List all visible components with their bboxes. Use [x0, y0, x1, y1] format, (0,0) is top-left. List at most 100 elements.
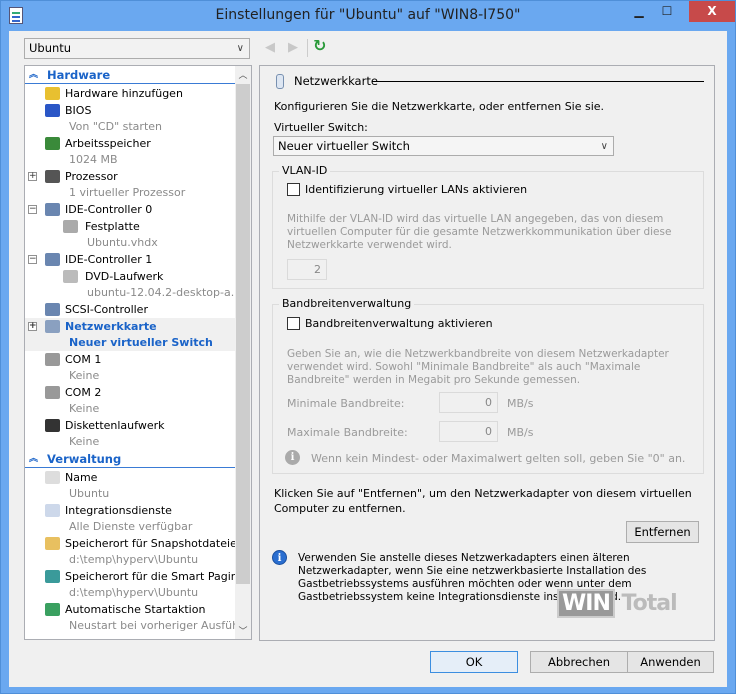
dvd-drive-icon: [63, 270, 78, 283]
tree-item-label: Festplatte: [85, 220, 140, 233]
max-bandwidth-unit: MB/s: [507, 426, 534, 439]
collapse-icon[interactable]: −: [28, 255, 37, 264]
smart-paging-icon: [45, 570, 60, 583]
tree-item[interactable]: COM 2: [25, 384, 236, 401]
hard-disk-icon: [63, 220, 78, 233]
vm-select[interactable]: Ubuntu ∨: [24, 38, 250, 59]
tree-item-detail[interactable]: Keine: [25, 368, 236, 384]
tree-item[interactable]: Name: [25, 469, 236, 486]
section-label: Hardware: [47, 68, 111, 82]
tree-item-label: Diskettenlaufwerk: [65, 419, 165, 432]
bandwidth-note: Wenn kein Mindest- oder Maximalwert gelt…: [311, 452, 686, 465]
vm-select-value: Ubuntu: [29, 41, 72, 55]
info-icon: i: [272, 550, 287, 565]
cancel-button[interactable]: Abbrechen: [530, 651, 628, 673]
tree-item[interactable]: − IDE-Controller 0: [25, 201, 236, 218]
vlan-checkbox-label[interactable]: Identifizierung virtueller LANs aktivier…: [305, 183, 527, 196]
tree-item[interactable]: Hardware hinzufügen: [25, 85, 236, 102]
expand-icon[interactable]: +: [28, 322, 37, 331]
network-adapter-panel: Netzwerkkarte Konfigurieren Sie die Netz…: [259, 65, 715, 641]
min-bandwidth-unit: MB/s: [507, 397, 534, 410]
settings-tree: ︽ Hardware Hardware hinzufügen BIOS Von "CD"…: [24, 65, 252, 640]
tree-section-verwaltung[interactable]: ︽ Verwaltung: [25, 450, 236, 468]
maximize-button[interactable]: ☐: [653, 1, 681, 23]
tree-item-detail[interactable]: Neuer virtueller Switch: [25, 335, 236, 351]
tree-item-detail[interactable]: 1 virtueller Prozessor: [25, 185, 236, 201]
tree-item-detail[interactable]: Ubuntu: [25, 486, 236, 502]
tree-item-detail[interactable]: Neustart bei vorheriger Ausfüh...: [25, 618, 250, 634]
vlan-id-input[interactable]: 2: [287, 259, 327, 280]
back-arrow-icon[interactable]: ◀: [265, 40, 275, 55]
minimize-button[interactable]: ▁: [625, 1, 653, 23]
wintotal-watermark: WIN Total: [557, 589, 678, 618]
max-bandwidth-label: Maximale Bandbreite:: [287, 426, 408, 439]
refresh-icon[interactable]: ↻: [313, 36, 326, 55]
tree-item-label: IDE-Controller 1: [65, 253, 153, 266]
tree-item-detail[interactable]: d:\temp\hyperv\Ubuntu: [25, 552, 236, 568]
tree-item[interactable]: Arbeitsspeicher: [25, 135, 236, 152]
vlan-checkbox[interactable]: [287, 183, 300, 196]
tree-item-label: Name: [65, 471, 98, 484]
tree-item-label: IDE-Controller 0: [65, 203, 153, 216]
tree-item-label: COM 2: [65, 386, 102, 399]
tree-item-detail[interactable]: 1024 MB: [25, 152, 236, 168]
ok-button[interactable]: OK: [430, 651, 518, 673]
collapse-chevron-icon[interactable]: ︽: [29, 66, 38, 84]
bandwidth-checkbox[interactable]: [287, 317, 300, 330]
scroll-down-icon[interactable]: ﹀: [235, 624, 251, 637]
scrollbar-thumb[interactable]: [236, 84, 250, 584]
tree-item[interactable]: Diskettenlaufwerk: [25, 417, 236, 434]
tree-item-detail[interactable]: Von "CD" starten: [25, 119, 236, 135]
collapse-chevron-icon[interactable]: ︽: [29, 450, 38, 468]
tree-rows: ︽ Hardware Hardware hinzufügen BIOS Von "CD"…: [25, 66, 250, 634]
tree-item-detail[interactable]: d:\temp\hyperv\Ubuntu: [25, 585, 236, 601]
tree-item-label: DVD-Laufwerk: [85, 270, 164, 283]
tree-item[interactable]: Speicherort für die Smart Pagin...: [25, 568, 248, 585]
info-icon: i: [285, 450, 300, 465]
tree-item[interactable]: Automatische Startaktion: [25, 601, 236, 618]
vlan-help: Mithilfe der VLAN-ID wird das virtuelle …: [287, 213, 672, 251]
scroll-up-icon[interactable]: ︿: [235, 68, 251, 81]
tree-item[interactable]: Festplatte: [25, 218, 236, 235]
snapshot-folder-icon: [45, 537, 60, 550]
bandwidth-help: Geben Sie an, wie die Netzwerkbandbreite…: [287, 348, 669, 386]
tree-item-detail[interactable]: Ubuntu.vhdx: [25, 235, 236, 251]
toolbar-divider: [307, 39, 308, 57]
apply-button[interactable]: Anwenden: [627, 651, 714, 673]
virtual-switch-select[interactable]: Neuer virtueller Switch ∨: [273, 136, 614, 156]
tree-section-hardware[interactable]: ︽ Hardware: [25, 66, 236, 84]
tree-item-detail[interactable]: ubuntu-12.04.2-desktop-a...: [25, 285, 241, 301]
max-bandwidth-input[interactable]: 0: [439, 421, 498, 442]
forward-arrow-icon[interactable]: ▶: [288, 40, 298, 55]
tree-item[interactable]: SCSI-Controller: [25, 301, 236, 318]
expand-icon[interactable]: +: [28, 172, 37, 181]
tree-item-detail[interactable]: Keine: [25, 401, 236, 417]
tree-item[interactable]: Speicherort für Snapshotdateien: [25, 535, 244, 552]
dialog-client: Ubuntu ∨ ◀ ▶ ↻ ︽ Hardware Hardware hinzufü…: [9, 31, 727, 687]
close-button[interactable]: X: [689, 1, 735, 22]
tree-item[interactable]: DVD-Laufwerk: [25, 268, 236, 285]
tree-item[interactable]: + Prozessor: [25, 168, 236, 185]
bios-icon: [45, 104, 60, 117]
tree-item[interactable]: BIOS: [25, 102, 236, 119]
add-hardware-icon: [45, 87, 60, 100]
tree-item[interactable]: − IDE-Controller 1: [25, 251, 236, 268]
tree-item-label: Netzwerkkarte: [65, 320, 157, 333]
tree-item-detail[interactable]: Keine: [25, 434, 236, 450]
virtual-switch-value: Neuer virtueller Switch: [278, 139, 410, 153]
com-port-icon: [45, 386, 60, 399]
switch-label: Virtueller Switch:: [274, 121, 368, 134]
integration-services-icon: [45, 504, 60, 517]
tree-item[interactable]: Integrationsdienste: [25, 502, 236, 519]
bandwidth-checkbox-label[interactable]: Bandbreitenverwaltung aktivieren: [305, 317, 493, 330]
section-label: Verwaltung: [47, 452, 122, 466]
tree-item[interactable]: + Netzwerkkarte: [25, 318, 236, 335]
tree-item[interactable]: COM 1: [25, 351, 236, 368]
tree-item-detail[interactable]: Alle Dienste verfügbar: [25, 519, 236, 535]
remove-button[interactable]: Entfernen: [626, 521, 699, 543]
min-bandwidth-input[interactable]: 0: [439, 392, 498, 413]
collapse-icon[interactable]: −: [28, 205, 37, 214]
tree-scrollbar[interactable]: ︿ ﹀: [235, 66, 251, 639]
network-adapter-icon: [45, 320, 60, 333]
chevron-down-icon: ∨: [236, 43, 244, 54]
